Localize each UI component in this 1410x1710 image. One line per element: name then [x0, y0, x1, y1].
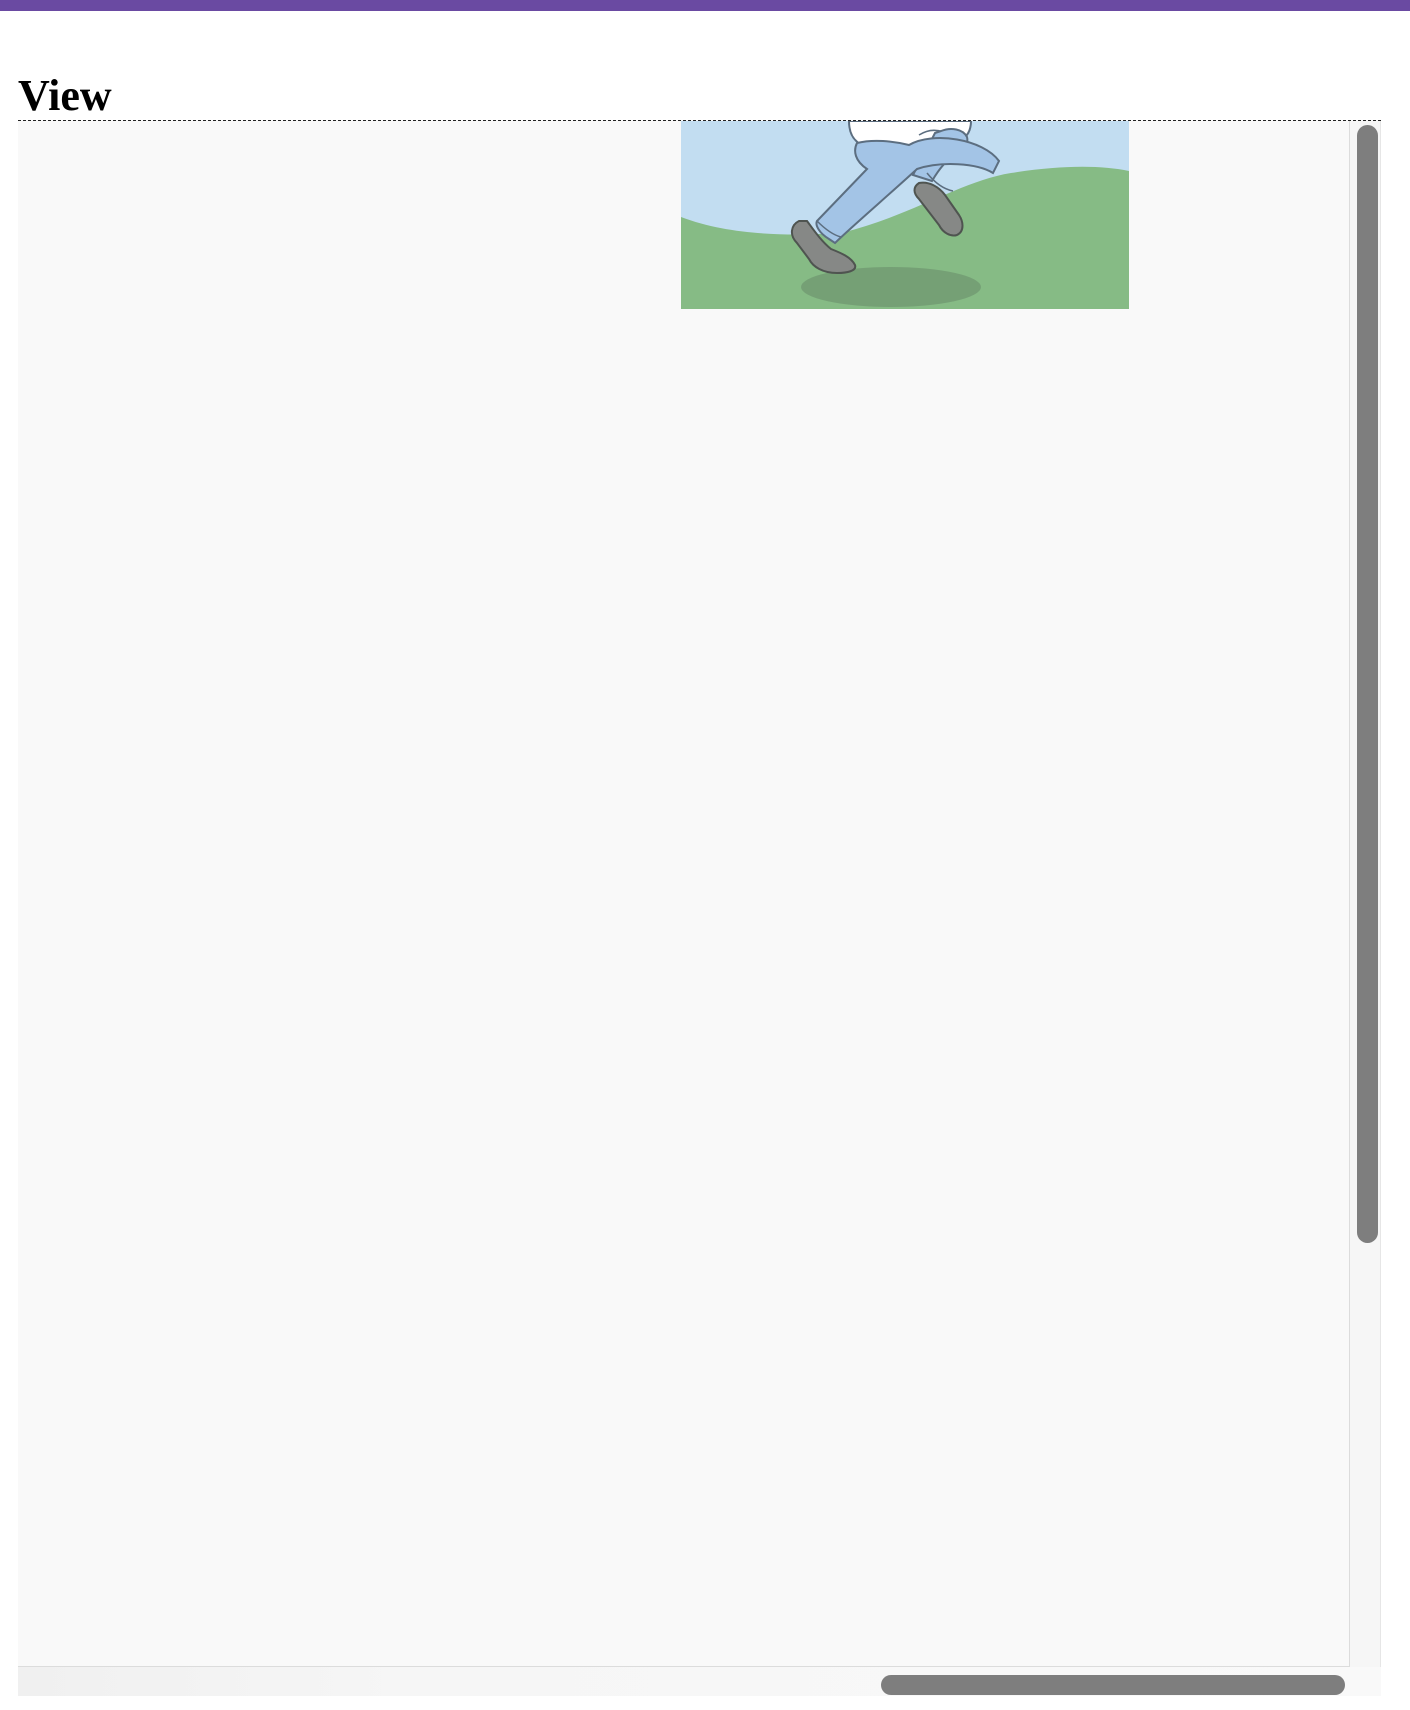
- vertical-scrollbar-thumb[interactable]: [1357, 125, 1378, 1243]
- scroll-content-area[interactable]: [18, 121, 1350, 1667]
- running-figure-illustration: [681, 121, 1129, 309]
- page-title: View: [18, 71, 112, 120]
- horizontal-scrollbar-thumb[interactable]: [881, 1675, 1345, 1695]
- scroll-viewport[interactable]: [18, 120, 1381, 1696]
- top-accent-bar: [0, 0, 1410, 11]
